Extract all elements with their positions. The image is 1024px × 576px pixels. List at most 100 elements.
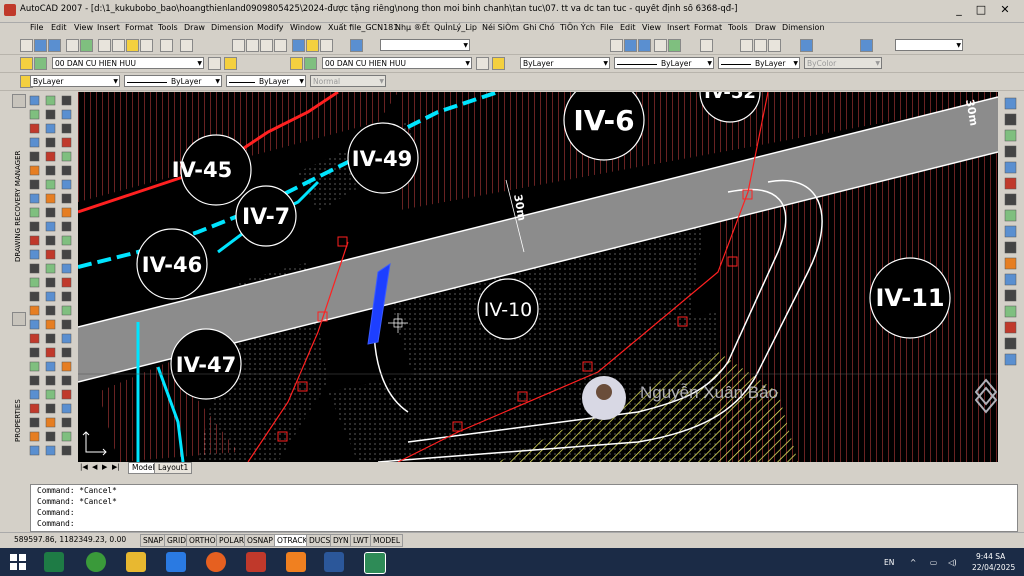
tab-nav-last-icon[interactable]: ▶| — [112, 463, 120, 471]
layer-state-icon[interactable] — [34, 57, 47, 70]
tab-layout1[interactable]: Layout1 — [154, 462, 193, 474]
color-control[interactable]: ByLayer ▼ — [30, 75, 120, 87]
dyn-toggle[interactable]: DYN — [330, 534, 352, 547]
make-current-icon[interactable] — [208, 57, 221, 70]
print-icon-2[interactable] — [654, 39, 667, 52]
properties-panel-label[interactable]: PROPERTIES — [14, 399, 22, 442]
menu-view[interactable]: View — [74, 23, 93, 32]
zoom-realtime-icon[interactable] — [246, 39, 259, 52]
tab-nav-first-icon[interactable]: |◀ — [80, 463, 88, 471]
lineweight-control[interactable]: ByLayer ▼ — [226, 75, 306, 87]
menu-format[interactable]: Format — [125, 23, 153, 32]
excel-icon[interactable] — [44, 552, 64, 572]
tab-nav-next-icon[interactable]: ▶ — [102, 463, 107, 471]
redo-icon[interactable] — [180, 39, 193, 52]
recovery-close-icon[interactable] — [12, 94, 26, 108]
plotstyle-combo[interactable]: ByColor ▼ — [804, 57, 882, 69]
menu-insert-2[interactable]: Insert — [667, 23, 690, 32]
close-button[interactable]: ✕ — [996, 2, 1014, 18]
menu-xuat-file[interactable]: Xuất file_GCN181 — [328, 23, 398, 32]
menu-tien-ich[interactable]: TiÖn Ých — [560, 23, 595, 32]
tool-column-icons[interactable] — [28, 92, 78, 477]
tool-palettes-icon[interactable] — [320, 39, 333, 52]
lwt-toggle[interactable]: LWT — [350, 534, 372, 547]
menu-draw-2[interactable]: Draw — [755, 23, 776, 32]
layer-previous-icon[interactable] — [224, 57, 237, 70]
undo-icon-2[interactable] — [700, 39, 713, 52]
menu-window[interactable]: Window — [290, 23, 322, 32]
layer-previous-icon-2[interactable] — [492, 57, 505, 70]
menu-noi-siem[interactable]: Néi SiÒm — [482, 23, 519, 32]
word-icon[interactable] — [324, 552, 344, 572]
design-center-icon[interactable] — [306, 39, 319, 52]
properties-icon[interactable] — [292, 39, 305, 52]
layer-state-icon-2[interactable] — [304, 57, 317, 70]
command-prompt-input[interactable]: Command: — [31, 518, 1017, 529]
menu-format-2[interactable]: Format — [694, 23, 722, 32]
paste-icon[interactable] — [126, 39, 139, 52]
app-orange-icon[interactable] — [286, 552, 306, 572]
osnap-toggle[interactable]: OSNAP — [244, 534, 276, 547]
layer-combo-2[interactable]: 00 DAN CU HIEN HUU ▼ — [322, 57, 472, 69]
new-icon-2[interactable] — [610, 39, 623, 52]
zalo-icon[interactable] — [166, 552, 186, 572]
open-icon-2[interactable] — [624, 39, 637, 52]
linetype-control[interactable]: ByLayer ▼ — [124, 75, 222, 87]
lineweight-combo[interactable]: ByLayer ▼ — [718, 57, 800, 69]
linetype-combo[interactable]: ByLayer ▼ — [614, 57, 714, 69]
preview-icon-2[interactable] — [668, 39, 681, 52]
autocad-app-icon[interactable] — [4, 4, 16, 16]
app-red-icon[interactable] — [246, 552, 266, 572]
menu-edit-2[interactable]: Edit — [620, 23, 636, 32]
layer-combo[interactable]: 00 DAN CU HIEN HUU ▼ — [52, 57, 204, 69]
coordinate-readout[interactable]: 589597.86, 1182349.23, 0.00 — [14, 535, 126, 544]
menu-file-2[interactable]: File — [600, 23, 613, 32]
start-button-icon[interactable] — [10, 554, 26, 570]
network-icon[interactable]: ▭ — [930, 558, 937, 567]
print-icon[interactable] — [66, 39, 79, 52]
polar-toggle[interactable]: POLAR — [216, 534, 248, 547]
properties-close-icon[interactable] — [12, 312, 26, 326]
volume-icon[interactable]: ◁) — [948, 558, 957, 567]
menu-modify[interactable]: Modify — [257, 23, 284, 32]
layer-manager-icon-2[interactable] — [290, 57, 303, 70]
zoom-icon-2[interactable] — [754, 39, 767, 52]
zoom-window-icon[interactable] — [260, 39, 273, 52]
save-icon-2[interactable] — [638, 39, 651, 52]
menu-dimension-2[interactable]: Dimension — [782, 23, 825, 32]
menu-tools-2[interactable]: Tools — [728, 23, 748, 32]
language-indicator[interactable]: EN — [884, 558, 894, 567]
menu-insert[interactable]: Insert — [97, 23, 120, 32]
pan-icon[interactable] — [232, 39, 245, 52]
pan-icon-2[interactable] — [740, 39, 753, 52]
menu-quan-ly-lip[interactable]: QuÌnLý_Lip — [434, 23, 477, 32]
properties-icon-2[interactable] — [800, 39, 813, 52]
drawing-canvas[interactable]: IV-6 IV-45 IV-49 IV-7 IV-46 IV-10 IV-11 … — [78, 92, 998, 462]
zoom-window-icon-2[interactable] — [768, 39, 781, 52]
cad-drawing[interactable]: IV-6 IV-45 IV-49 IV-7 IV-46 IV-10 IV-11 … — [78, 92, 998, 462]
clock-date[interactable]: 22/04/2025 — [972, 563, 1015, 572]
recovery-manager-label[interactable]: DRAWING RECOVERY MANAGER — [14, 151, 22, 262]
snap-toggle[interactable]: SNAP — [140, 534, 167, 547]
model-toggle[interactable]: MODEL — [370, 534, 404, 547]
ortho-toggle[interactable]: ORTHO — [186, 534, 219, 547]
menu-tools[interactable]: Tools — [158, 23, 178, 32]
file-explorer-icon[interactable] — [126, 552, 146, 572]
menu-draw[interactable]: Draw — [184, 23, 205, 32]
command-window[interactable]: Command: *Cancel* Command: *Cancel* Comm… — [30, 484, 1018, 532]
undo-icon[interactable] — [160, 39, 173, 52]
minimize-button[interactable]: _ — [950, 2, 968, 18]
match-prop-icon[interactable] — [140, 39, 153, 52]
menu-dimension[interactable]: Dimension — [211, 23, 254, 32]
tray-overflow-icon[interactable]: ^ — [910, 558, 916, 567]
app-green-icon[interactable] — [86, 552, 106, 572]
color-combo[interactable]: ByLayer ▼ — [520, 57, 610, 69]
zoom-previous-icon[interactable] — [274, 39, 287, 52]
style-combo-2[interactable]: ▼ — [895, 39, 963, 51]
firefox-icon[interactable] — [206, 552, 226, 572]
tab-nav-prev-icon[interactable]: ◀ — [92, 463, 97, 471]
menu-file[interactable]: File — [30, 23, 43, 32]
preview-icon[interactable] — [80, 39, 93, 52]
style-combo[interactable]: ▼ — [380, 39, 470, 51]
cut-icon[interactable] — [98, 39, 111, 52]
